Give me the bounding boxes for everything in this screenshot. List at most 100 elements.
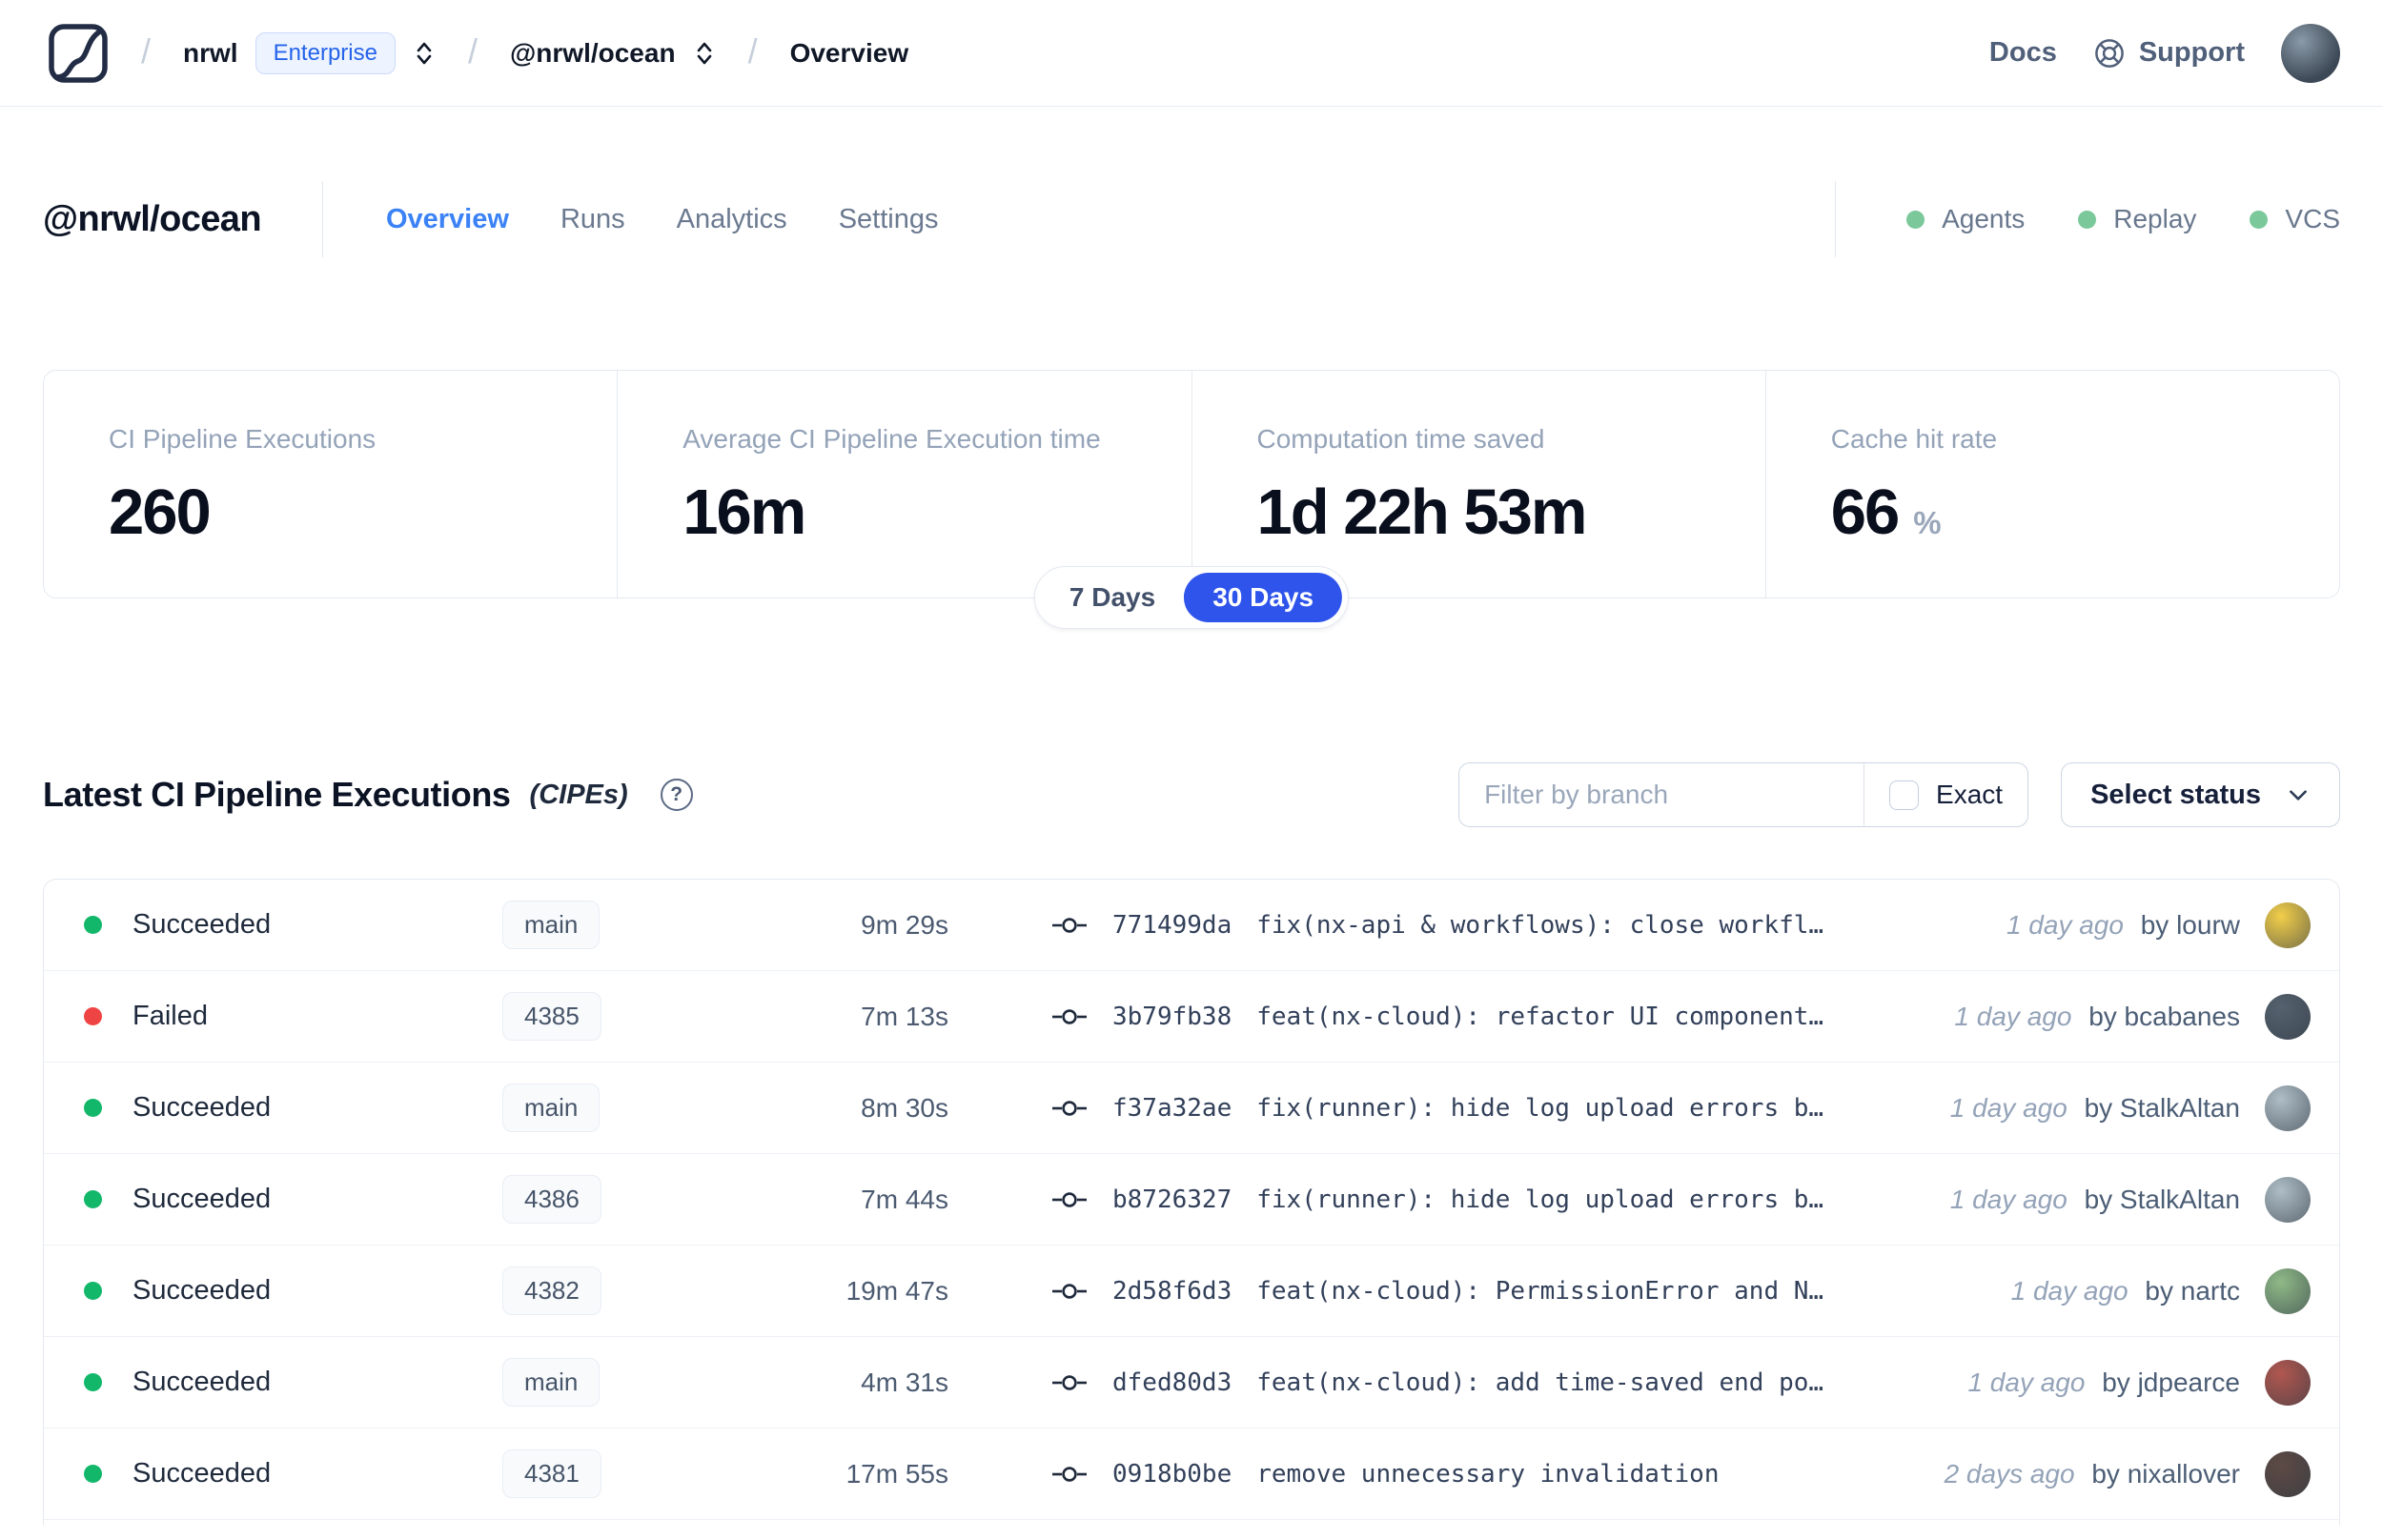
branch-badge[interactable]: 4381 [502,1449,601,1498]
support-link[interactable]: Support [2093,37,2245,70]
tab-overview[interactable]: Overview [386,204,509,235]
author-avatar[interactable] [2265,993,2311,1040]
commit-cell[interactable]: 3b79fb38 feat(nx-cloud): refactor UI com… [1051,1003,1954,1031]
status-select-dropdown[interactable]: Select status [2061,762,2340,827]
commit-hash: b8726327 [1112,1185,1232,1214]
stats-cards: CI Pipeline Executions 260 Average CI Pi… [43,370,2340,629]
breadcrumb-org[interactable]: nrwl Enterprise [183,31,436,74]
table-row[interactable]: Failed 4385 7m 13s 3b79fb38 feat(nx-clou… [44,971,2339,1063]
status-select-label: Select status [2090,779,2261,810]
exact-checkbox[interactable] [1889,780,1920,810]
author-avatar[interactable] [2265,1084,2311,1131]
support-label: Support [2138,37,2245,68]
branch-badge[interactable]: 4382 [502,1266,601,1315]
breadcrumb-separator: / [467,30,478,71]
author-label: by jdpearce [2102,1367,2240,1397]
git-commit-icon [1052,1466,1087,1482]
cipe-title-suffix: (CIPEs) [529,779,628,810]
git-commit-icon [1052,1100,1087,1116]
git-commit-icon [1052,1283,1087,1299]
workspace-title: @nrwl/ocean [43,198,262,239]
cipe-filters: Exact Select status [1458,762,2340,827]
docs-link[interactable]: Docs [1989,37,2057,69]
branch-badge[interactable]: main [502,1358,601,1407]
branch-filter-input[interactable] [1459,763,1864,826]
table-row[interactable]: Succeeded 4386 7m 44s b8726327 fix(runne… [44,1154,2339,1246]
branch-badge[interactable]: 4385 [502,992,601,1041]
author-label: by StalkAltan [2084,1092,2240,1123]
range-30-days-button[interactable]: 30 Days [1184,573,1343,622]
org-switcher-icon[interactable] [413,39,436,68]
tab-settings[interactable]: Settings [839,204,939,235]
status-dot-icon [84,916,102,934]
branch-badge[interactable]: 4386 [502,1175,601,1224]
exact-filter: Exact [1864,763,2027,826]
breadcrumb-separator: / [747,30,758,71]
author-avatar[interactable] [2265,902,2311,948]
status-label: Succeeded [132,1367,272,1397]
commit-cell[interactable]: 771499da fix(nx-api & workflows): close … [1051,911,2006,940]
commit-message: feat(nx-cloud): PermissionError and N… [1256,1276,1824,1306]
branch-cell: 4386 [502,1175,788,1224]
commit-cell[interactable]: 2d58f6d3 feat(nx-cloud): PermissionError… [1051,1277,2011,1306]
branch-badge[interactable]: main [502,1084,601,1132]
author-avatar[interactable] [2265,1450,2311,1497]
green-dot-icon [1906,210,1925,229]
status-replay: Replay [2078,204,2196,234]
stat-ci-pipeline-executions: CI Pipeline Executions 260 [44,371,617,598]
table-row[interactable]: Succeeded 4381 17m 55s 0918b0be remove u… [44,1429,2339,1520]
commit-hash: f37a32ae [1112,1093,1232,1123]
divider [321,181,323,257]
time-ago-label: 1 day ago [2010,1275,2128,1306]
stat-average-execution-time: Average CI Pipeline Execution time 16m [617,371,1191,598]
table-row[interactable]: Succeeded main 9m 29s 771499da fix(nx-ap… [44,880,2339,971]
commit-message: fix(nx-api & workflows): close workfl… [1256,910,1824,940]
time-ago-label: 1 day ago [2006,909,2124,940]
user-avatar[interactable] [2281,23,2340,83]
lifebuoy-icon [2094,38,2124,68]
status-agents-label: Agents [1942,204,2026,233]
table-row[interactable]: Succeeded 4382 19m 47s 2d58f6d3 feat(nx-… [44,1246,2339,1337]
status-dot-icon [84,1007,102,1025]
commit-cell[interactable]: dfed80d3 feat(nx-cloud): add time-saved … [1051,1368,1967,1397]
breadcrumb-workspace[interactable]: @nrwl/ocean [510,38,716,69]
commit-hash: 3b79fb38 [1112,1002,1232,1031]
table-row[interactable]: Succeeded main 4m 31s dfed80d3 feat(nx-c… [44,1337,2339,1429]
stat-value: 1d 22h 53m [1256,476,1588,548]
time-author-cell: 1 day ago by StalkAltan [1950,1185,2240,1215]
time-author-cell: 2 days ago by nixallover [1945,1459,2240,1489]
commit-cell[interactable]: 0918b0be remove unnecessary invalidation [1051,1460,1945,1489]
breadcrumb-separator: / [141,30,152,71]
workspace-switcher-icon[interactable] [693,39,716,68]
help-icon[interactable]: ? [660,779,693,811]
breadcrumb-page: Overview [789,37,909,68]
commit-cell[interactable]: b8726327 fix(runner): hide log upload er… [1051,1185,1950,1214]
author-label: by StalkAltan [2084,1184,2240,1214]
commit-message: feat(nx-cloud): add time-saved end po… [1256,1368,1824,1397]
date-range-toggle: 7 Days 30 Days [1033,566,1350,629]
status-label: Succeeded [132,1092,272,1123]
cipe-table-body: Succeeded main 9m 29s 771499da fix(nx-ap… [44,880,2339,1520]
cipe-section-title: Latest CI Pipeline Executions [43,775,511,814]
table-row[interactable]: Succeeded main 8m 30s f37a32ae fix(runne… [44,1063,2339,1154]
nx-cloud-logo-icon[interactable] [48,23,109,84]
time-author-cell: 1 day ago by lourw [2006,910,2240,941]
branch-cell: 4382 [502,1266,788,1315]
main-content: @nrwl/ocean Overview Runs Analytics Sett… [0,179,2383,1525]
tab-runs[interactable]: Runs [560,204,625,235]
branch-cell: main [502,1084,788,1132]
author-avatar[interactable] [2265,1176,2311,1223]
range-7-days-button[interactable]: 7 Days [1041,573,1184,622]
author-avatar[interactable] [2265,1267,2311,1314]
commit-cell[interactable]: f37a32ae fix(runner): hide log upload er… [1051,1094,1950,1123]
chevron-down-icon [2290,790,2307,800]
git-commit-icon [1052,917,1087,933]
status-label: Failed [132,1001,208,1031]
branch-cell: 4385 [502,992,788,1041]
author-avatar[interactable] [2265,1359,2311,1406]
git-commit-icon [1052,1374,1087,1390]
tab-analytics[interactable]: Analytics [677,204,787,235]
branch-badge[interactable]: main [502,901,601,949]
stat-value: 16m [682,476,806,548]
status-label: Succeeded [132,1458,272,1489]
